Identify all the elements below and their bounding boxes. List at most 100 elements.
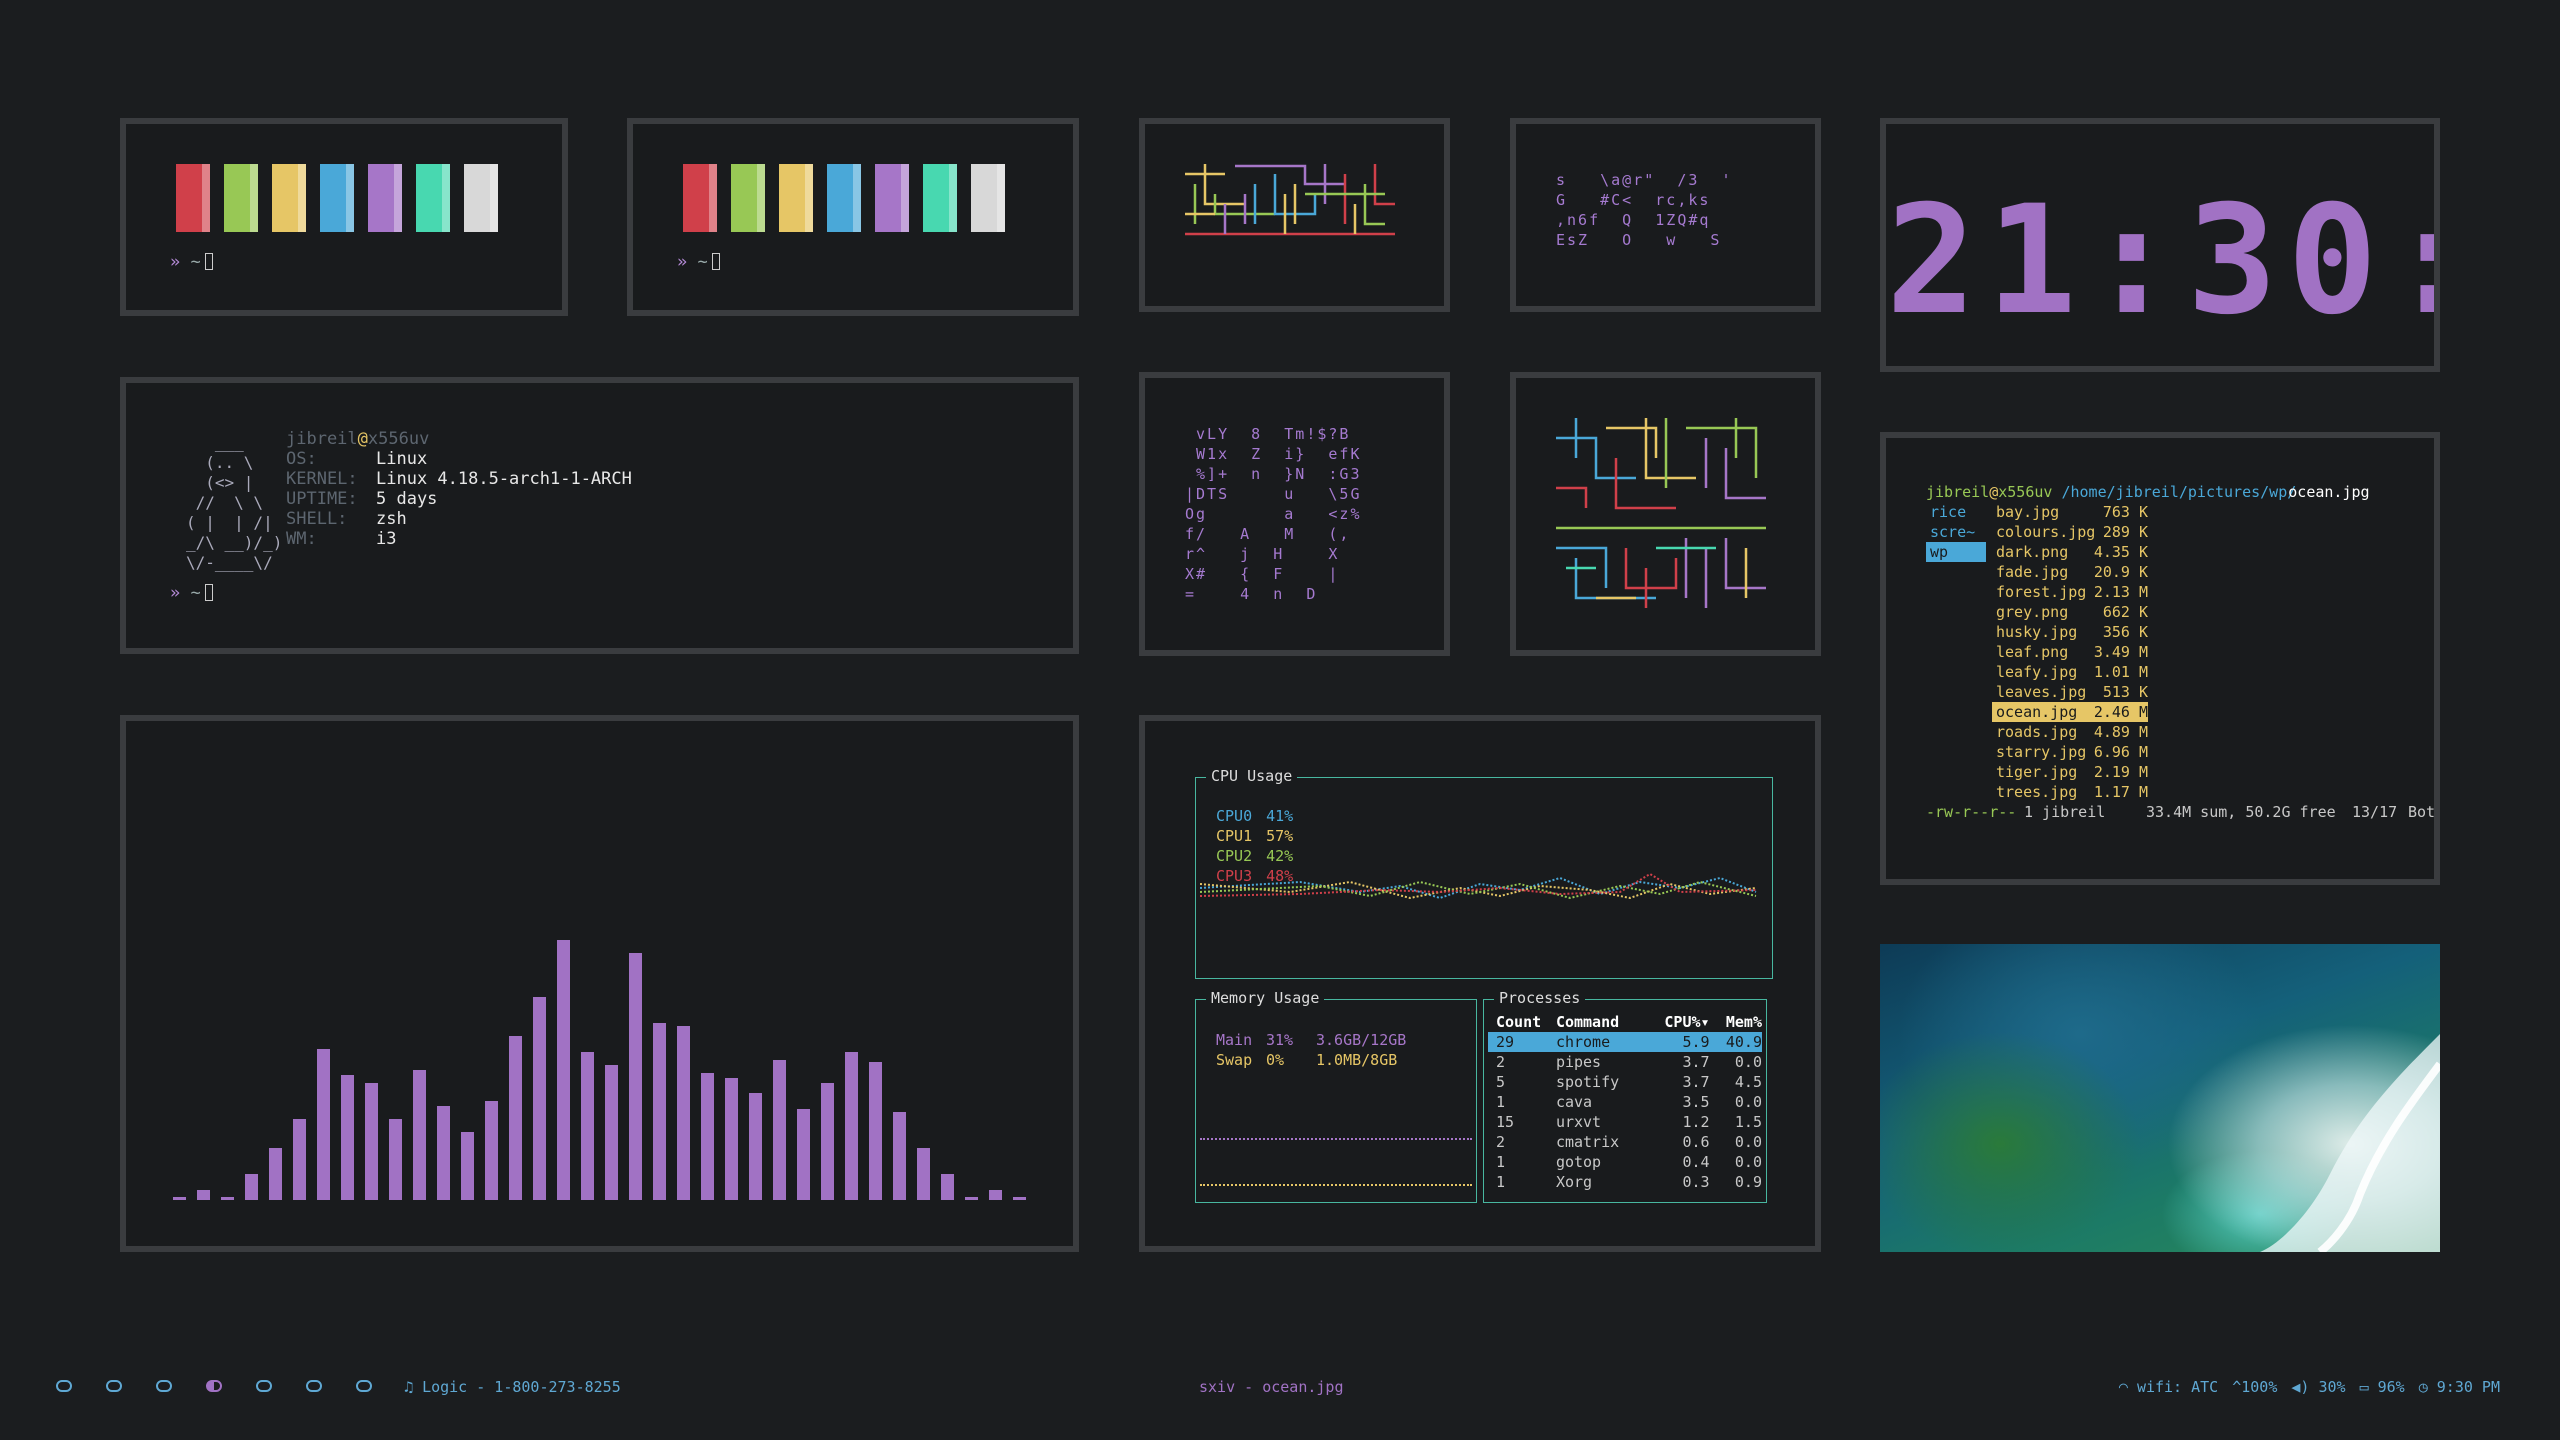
terminal-pipes-small[interactable] [1139, 118, 1450, 312]
cpu-usage-title: CPU Usage [1206, 767, 1298, 785]
visualizer-bar [797, 1109, 810, 1200]
ranger-file-item[interactable]: leaf.png 3.49 M [1992, 642, 2148, 662]
visualizer-bar [653, 1023, 666, 1200]
visualizer-bar [821, 1083, 834, 1200]
color-swatch [779, 164, 813, 232]
ranger-file-item[interactable]: leafy.jpg 1.01 M [1992, 662, 2148, 682]
process-row[interactable]: 1 Xorg 0.3 0.9 [1488, 1172, 1762, 1192]
fetch-row: UPTIME: 5 days [286, 489, 438, 509]
color-swatch [875, 164, 909, 232]
volume-status[interactable]: ◀) 30% [2291, 1378, 2345, 1396]
ranger-file-item[interactable]: dark.png 4.35 K [1992, 542, 2148, 562]
terminal-clock[interactable]: 21:30:11 [1880, 118, 2440, 372]
visualizer-bar [221, 1197, 234, 1200]
fetch-info: jibreil@x556uv OS: Linux KERNEL: Linux 4.18… [286, 429, 632, 549]
visualizer-bar [605, 1065, 618, 1200]
process-row[interactable]: 1 cava 3.5 0.0 [1488, 1092, 1762, 1112]
visualizer-bar [749, 1093, 762, 1200]
ranger-file-item[interactable]: fade.jpg 20.9 K [1992, 562, 2148, 582]
process-column-header[interactable]: Count [1488, 1012, 1556, 1032]
ranger-file-item[interactable]: starry.jpg 6.96 M [1992, 742, 2148, 762]
terminal-palette-1[interactable]: » ~ [120, 118, 568, 316]
ranger-file-item[interactable]: forest.jpg 2.13 M [1992, 582, 2148, 602]
system-tray: ◠ wifi: ATC ^100% ◀) 30% ▭ 96% ◷ 9:30 PM [2119, 1378, 2500, 1396]
memory-usage-panel: Memory Usage Main 31% 3.6GB/12GB Swap 0% 1.0M… [1195, 989, 1477, 1203]
text-cursor [204, 584, 213, 601]
process-row[interactable]: 29 chrome 5.9 40.9 [1488, 1032, 1762, 1052]
brightness-status[interactable]: ^100% [2232, 1378, 2277, 1396]
volume-icon: ◀) [2291, 1378, 2310, 1396]
memory-legend: Main 31% 3.6GB/12GB Swap 0% 1.0MB/8GB [1216, 1030, 1406, 1070]
pipes-art [1556, 418, 1766, 608]
workspace-3-icon[interactable] [156, 1380, 172, 1392]
terminal-pipes-large[interactable] [1510, 372, 1821, 656]
workspace-6-icon[interactable] [306, 1380, 322, 1392]
workspace-1-icon[interactable] [56, 1380, 72, 1392]
clock-status[interactable]: ◷ 9:30 PM [2419, 1378, 2500, 1396]
ranger-dir-item[interactable]: wp [1926, 542, 1986, 562]
process-column-header[interactable]: CPU%▾ [1653, 1012, 1709, 1032]
workspace-4-icon[interactable] [206, 1380, 222, 1392]
terminal-palette-2[interactable]: » ~ [627, 118, 1079, 316]
image-viewer-ocean[interactable] [1880, 944, 2440, 1252]
memory-main-line [1200, 1138, 1472, 1140]
process-row[interactable]: 5 spotify 3.7 4.5 [1488, 1072, 1762, 1092]
ranger-file-item[interactable]: grey.png 662 K [1992, 602, 2148, 622]
terminal-cmatrix-small[interactable]: s \a@r" /3 ' G #C< rc,ks ,n6f Q 1ZQ#q Es… [1510, 118, 1821, 312]
process-row[interactable]: 1 gotop 0.4 0.0 [1488, 1152, 1762, 1172]
now-playing[interactable]: ♫ Logic - 1-800-273-8255 [404, 1378, 621, 1396]
wave-foam [2260, 1034, 2440, 1252]
visualizer-bar [941, 1174, 954, 1200]
prompt-path: ~ [697, 252, 708, 272]
terminal-cmatrix-tall[interactable]: vLY 8 Tm!$?B W1x Z i} efK %]+ n }N :G3 |… [1139, 372, 1450, 656]
color-swatch [176, 164, 210, 232]
process-row[interactable]: 2 pipes 3.7 0.0 [1488, 1052, 1762, 1072]
process-row[interactable]: 15 urxvt 1.2 1.5 [1488, 1112, 1762, 1132]
visualizer-bar [629, 953, 642, 1200]
shell-prompt[interactable]: » ~ [677, 252, 720, 272]
visualizer-bar [197, 1190, 210, 1200]
shell-prompt[interactable]: » ~ [170, 252, 213, 272]
visualizer-bar [869, 1062, 882, 1200]
ranger-file-item[interactable]: leaves.jpg 513 K [1992, 682, 2148, 702]
prompt-symbol: » [677, 252, 688, 272]
ranger-file-item[interactable]: ocean.jpg 2.46 M [1992, 702, 2148, 722]
ranger-file-item[interactable]: bay.jpg 763 K [1992, 502, 2148, 522]
ranger-file-item[interactable]: roads.jpg 4.89 M [1992, 722, 2148, 742]
ranger-file-item[interactable]: colours.jpg 289 K [1992, 522, 2148, 542]
ranger-file-column: bay.jpg 763 Kcolours.jpg 289 Kdark.png 4.35… [1992, 502, 2148, 802]
wifi-status[interactable]: ◠ wifi: ATC [2119, 1378, 2218, 1396]
visualizer-bar [173, 1197, 186, 1200]
music-note-icon: ♫ [404, 1378, 414, 1396]
process-column-header[interactable]: Mem% [1710, 1012, 1762, 1032]
visualizer-bar [485, 1101, 498, 1200]
workspace-7-icon[interactable] [356, 1380, 372, 1392]
ranger-file-item[interactable]: trees.jpg 1.17 M [1992, 782, 2148, 802]
visualizer-bar [437, 1106, 450, 1200]
workspace-5-icon[interactable] [256, 1380, 272, 1392]
ranger-view: jibreil@x556uv /home/jibreil/pictures/wp… [1926, 482, 2434, 822]
terminal-system-monitor[interactable]: CPU Usage CPU0 41% CPU1 57% CPU2 42% CPU3 48% M… [1139, 715, 1821, 1252]
terminal-visualizer[interactable] [120, 715, 1079, 1252]
visualizer-bar [989, 1190, 1002, 1200]
visualizer-bar [917, 1148, 930, 1200]
ranger-dir-item[interactable]: rice [1926, 502, 1986, 522]
battery-status[interactable]: ▭ 96% [2360, 1378, 2405, 1396]
cmatrix-text: vLY 8 Tm!$?B W1x Z i} efK %]+ n }N :G3 |… [1185, 425, 1362, 603]
workspace-2-icon[interactable] [106, 1380, 122, 1392]
shell-prompt[interactable]: » ~ [170, 583, 213, 603]
tux-ascii-icon: ___ (.. \ (<> | // \ \ ( | | /| _/\ __)/… [186, 433, 283, 572]
brightness-icon: ^ [2232, 1378, 2242, 1396]
ranger-file-item[interactable]: tiger.jpg 2.19 M [1992, 762, 2148, 782]
prompt-path: ~ [190, 252, 201, 272]
process-row[interactable]: 2 cmatrix 0.6 0.0 [1488, 1132, 1762, 1152]
color-swatch [731, 164, 765, 232]
ranger-dir-item[interactable]: scre~ [1926, 522, 1986, 542]
text-cursor [711, 253, 720, 270]
process-column-header[interactable]: Command [1556, 1012, 1653, 1032]
terminal-file-manager[interactable]: jibreil@x556uv /home/jibreil/pictures/wp… [1880, 432, 2440, 885]
ranger-file-item[interactable]: husky.jpg 356 K [1992, 622, 2148, 642]
terminal-fetch[interactable]: ___ (.. \ (<> | // \ \ ( | | /| _/\ __)/… [120, 377, 1079, 654]
visualizer-bar [773, 1060, 786, 1200]
cpu-usage-panel: CPU Usage CPU0 41% CPU1 57% CPU2 42% CPU3 48% [1195, 767, 1773, 979]
